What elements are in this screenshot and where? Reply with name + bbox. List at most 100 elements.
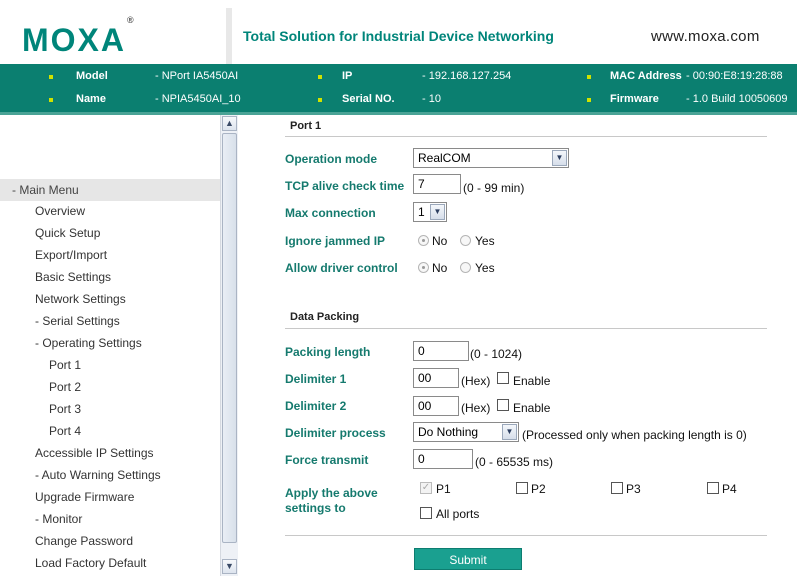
delimiter-process-label: Delimiter process [285, 426, 386, 440]
main-menu-title[interactable]: - Main Menu [0, 179, 220, 201]
menu-item-basic-settings[interactable]: Basic Settings [35, 270, 111, 284]
allow-driver-label: Allow driver control [285, 261, 398, 275]
sidebar: - Main Menu Overview Quick Setup Export/… [0, 115, 220, 576]
force-transmit-input[interactable]: 0 [413, 449, 473, 469]
delimiter-2-label: Delimiter 2 [285, 399, 347, 413]
bullet-icon [318, 75, 322, 79]
p4-checkbox[interactable] [707, 482, 719, 494]
menu-item-monitor[interactable]: - Monitor [35, 512, 82, 526]
bullet-icon [49, 98, 53, 102]
model-label: Model [76, 70, 108, 82]
scroll-down-icon[interactable]: ▼ [222, 559, 237, 574]
menu-item-operating-settings[interactable]: - Operating Settings [35, 336, 142, 350]
operation-mode-select[interactable]: RealCOM ▼ [413, 148, 569, 168]
ip-value: - 192.168.127.254 [422, 70, 512, 82]
menu-item-accessible-ip[interactable]: Accessible IP Settings [35, 446, 154, 460]
allow-driver-no-label: No [432, 261, 448, 275]
operation-mode-value: RealCOM [418, 151, 471, 165]
logo-text: MOXA [22, 22, 126, 58]
ignore-jammed-yes-label: Yes [475, 234, 495, 248]
p2-label: P2 [531, 482, 546, 496]
menu-item-port-1[interactable]: Port 1 [49, 358, 81, 372]
apply-settings-label-2: settings to [285, 501, 346, 515]
menu-item-port-4[interactable]: Port 4 [49, 424, 81, 438]
delimiter-2-input[interactable]: 00 [413, 396, 459, 416]
delimiter-1-input[interactable]: 00 [413, 368, 459, 388]
chevron-down-icon: ▼ [502, 424, 517, 440]
chevron-down-icon: ▼ [552, 150, 567, 166]
tcp-alive-input[interactable]: 7 [413, 174, 461, 194]
p3-checkbox[interactable] [611, 482, 623, 494]
tagline: Total Solution for Industrial Device Net… [243, 28, 554, 44]
serial-value: - 10 [422, 93, 441, 105]
section-divider [285, 535, 767, 536]
packing-length-hint: (0 - 1024) [470, 347, 523, 361]
model-value: - NPort IA5450AI [155, 70, 239, 82]
bullet-icon [587, 75, 591, 79]
menu-item-export-import[interactable]: Export/Import [35, 248, 107, 262]
max-connection-select[interactable]: 1 ▼ [413, 202, 447, 222]
ignore-jammed-no-radio[interactable] [418, 235, 429, 246]
menu-item-network-settings[interactable]: Network Settings [35, 292, 126, 306]
website-link[interactable]: www.moxa.com [651, 28, 760, 45]
menu-item-port-3[interactable]: Port 3 [49, 402, 81, 416]
name-label: Name [76, 93, 106, 105]
header-divider [226, 8, 232, 66]
menu-item-upgrade-firmware[interactable]: Upgrade Firmware [35, 490, 134, 504]
force-transmit-hint: (0 - 65535 ms) [475, 455, 554, 469]
ignore-jammed-yes-radio[interactable] [460, 235, 471, 246]
section-divider [285, 136, 767, 137]
bullet-icon [49, 75, 53, 79]
menu-item-serial-settings[interactable]: - Serial Settings [35, 314, 120, 328]
data-packing-title: Data Packing [290, 311, 360, 323]
submit-button[interactable]: Submit [414, 548, 522, 570]
delimiter-2-enable-checkbox[interactable] [497, 399, 509, 411]
ip-label: IP [342, 70, 353, 82]
bullet-icon [318, 98, 322, 102]
p4-label: P4 [722, 482, 737, 496]
packing-length-input[interactable]: 0 [413, 341, 469, 361]
menu-item-port-2[interactable]: Port 2 [49, 380, 81, 394]
all-ports-checkbox[interactable] [420, 507, 432, 519]
delimiter-2-enable-label: Enable [513, 401, 551, 415]
allow-driver-yes-radio[interactable] [460, 262, 471, 273]
sidebar-scrollbar[interactable]: ▲ ▼ [220, 115, 238, 576]
delimiter-1-enable-checkbox[interactable] [497, 372, 509, 384]
scroll-up-icon[interactable]: ▲ [222, 116, 237, 131]
firmware-value: - 1.0 Build 10050609 [686, 93, 788, 105]
scroll-thumb[interactable] [222, 133, 237, 543]
p3-label: P3 [626, 482, 641, 496]
p1-label: P1 [436, 482, 451, 496]
operation-mode-label: Operation mode [285, 152, 378, 166]
p1-checkbox[interactable]: ✓ [420, 482, 432, 494]
apply-settings-label-1: Apply the above [285, 486, 378, 500]
menu-item-change-password[interactable]: Change Password [35, 534, 133, 548]
name-value: - NPIA5450AI_10 [155, 93, 241, 105]
delimiter-1-label: Delimiter 1 [285, 372, 347, 386]
delimiter-process-select[interactable]: Do Nothing ▼ [413, 422, 519, 442]
delimiter-2-hex: (Hex) [461, 401, 491, 415]
menu-item-auto-warning[interactable]: - Auto Warning Settings [35, 468, 161, 482]
port-section-title: Port 1 [290, 120, 322, 132]
p2-checkbox[interactable] [516, 482, 528, 494]
menu-item-quick-setup[interactable]: Quick Setup [35, 226, 100, 240]
moxa-logo: MOXA® [22, 15, 134, 59]
menu-item-overview[interactable]: Overview [35, 204, 85, 218]
chevron-down-icon: ▼ [430, 204, 445, 220]
force-transmit-label: Force transmit [285, 453, 369, 467]
bullet-icon [587, 98, 591, 102]
device-info-bar: Model - NPort IA5450AI Name - NPIA5450AI… [0, 64, 797, 115]
tcp-alive-hint: (0 - 99 min) [463, 181, 525, 195]
packing-length-label: Packing length [285, 345, 371, 359]
ignore-jammed-label: Ignore jammed IP [285, 234, 386, 248]
allow-driver-no-radio[interactable] [418, 262, 429, 273]
delimiter-process-hint: (Processed only when packing length is 0… [522, 428, 747, 442]
delimiter-1-hex: (Hex) [461, 374, 491, 388]
delimiter-process-value: Do Nothing [418, 425, 479, 439]
ignore-jammed-no-label: No [432, 234, 448, 248]
firmware-label: Firmware [610, 93, 659, 105]
mac-label: MAC Address [610, 70, 682, 82]
all-ports-label: All ports [436, 507, 480, 521]
menu-item-load-factory-default[interactable]: Load Factory Default [35, 556, 146, 570]
max-connection-value: 1 [418, 205, 425, 219]
